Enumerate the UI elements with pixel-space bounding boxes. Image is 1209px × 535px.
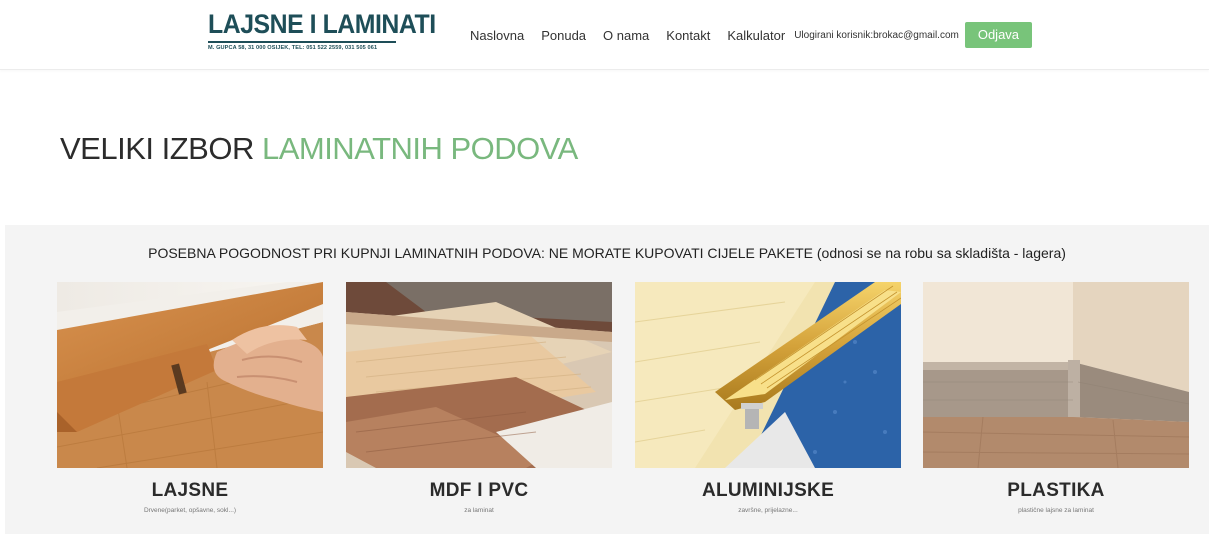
category-card-lajsne[interactable]: LAJSNE Drvene(parket, opšavne, sokl...): [57, 282, 323, 532]
category-desc-mdf-pvc: za laminat: [464, 507, 494, 514]
logged-in-user-label: Ulogirani korisnik:brokac@gmail.com: [794, 29, 959, 41]
lajsne-image[interactable]: [57, 282, 323, 468]
categories-section: POSEBNA POGODNOST PRI KUPNJI LAMINATNIH …: [5, 225, 1209, 534]
logo-divider: [208, 41, 396, 43]
logo-title: LAJSNE I LAMINATI: [208, 9, 436, 39]
category-desc-plastika: plastične lajsne za laminat: [1018, 507, 1094, 514]
category-desc-lajsne: Drvene(parket, opšavne, sokl...): [143, 507, 237, 514]
category-title-mdf-pvc[interactable]: MDF I PVC: [346, 480, 612, 502]
category-title-lajsne[interactable]: LAJSNE: [57, 480, 323, 502]
aluminijske-image[interactable]: [635, 282, 901, 468]
main-nav: Naslovna Ponuda O nama Kontakt Kalkulato…: [470, 22, 1033, 48]
nav-item-ponuda[interactable]: Ponuda: [541, 28, 586, 43]
site-header: LAJSNE I LAMINATI M. GUPCA 58, 31 000 OS…: [0, 0, 1209, 70]
promo-text: POSEBNA POGODNOST PRI KUPNJI LAMINATNIH …: [148, 245, 1066, 261]
logout-button[interactable]: Odjava: [964, 22, 1033, 48]
nav-item-kontakt[interactable]: Kontakt: [666, 28, 710, 43]
page-headline: VELIKI IZBOR LAMINATNIH PODOVA: [60, 131, 578, 167]
logo[interactable]: LAJSNE I LAMINATI M. GUPCA 58, 31 000 OS…: [208, 9, 436, 51]
category-card-aluminijske[interactable]: ALUMINIJSKE završne, prijelazne...: [635, 282, 901, 532]
category-title-plastika[interactable]: PLASTIKA: [923, 480, 1189, 502]
logo-subtitle: M. GUPCA 58, 31 000 OSIJEK, TEL: 051 522…: [208, 45, 378, 51]
category-title-aluminijske[interactable]: ALUMINIJSKE: [635, 480, 901, 502]
category-card-plastika[interactable]: PLASTIKA plastične lajsne za laminat: [923, 282, 1189, 532]
nav-item-o-nama[interactable]: O nama: [603, 28, 649, 43]
category-card-mdf-pvc[interactable]: MDF I PVC za laminat: [346, 282, 612, 532]
category-desc-aluminijske: završne, prijelazne...: [738, 507, 798, 514]
nav-item-naslovna[interactable]: Naslovna: [470, 28, 524, 43]
plastika-image[interactable]: [923, 282, 1189, 468]
mdf-pvc-image[interactable]: [346, 282, 612, 468]
nav-item-kalkulator[interactable]: Kalkulator: [727, 28, 785, 43]
headline-part-2: LAMINATNIH PODOVA: [261, 131, 578, 166]
headline-part-1: VELIKI IZBOR: [60, 131, 262, 166]
